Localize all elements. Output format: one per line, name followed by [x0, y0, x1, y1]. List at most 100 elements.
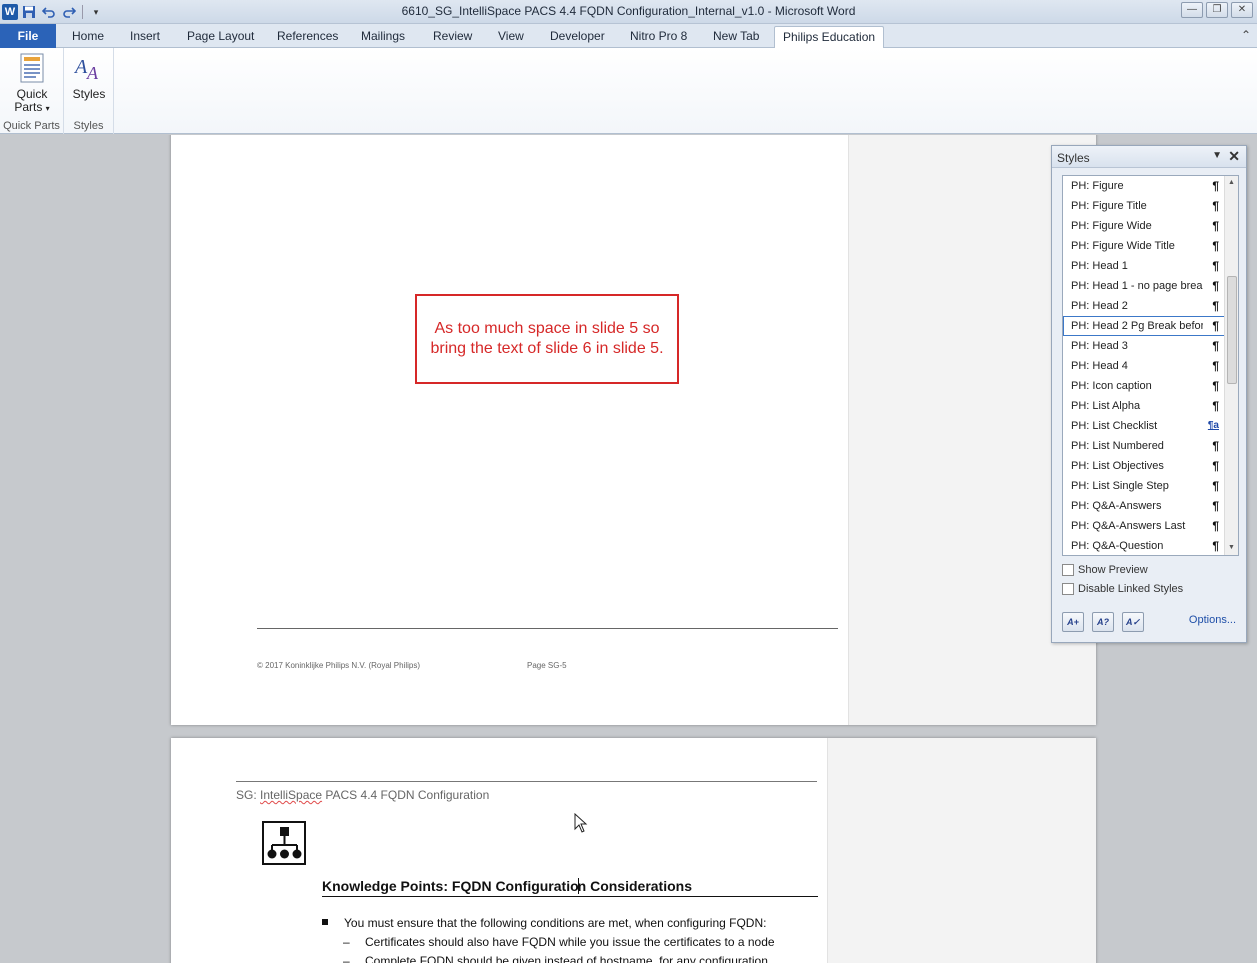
header-misspelled-word: IntelliSpace	[260, 788, 323, 802]
bullet-square-icon	[322, 919, 328, 925]
ribbon-tabs: File Home Insert Page Layout References …	[0, 24, 1257, 50]
style-list-item[interactable]: PH: Q&A-Answers Last ¶	[1063, 516, 1225, 536]
disable-linked-styles-checkbox[interactable]: Disable Linked Styles	[1062, 583, 1183, 595]
ribbon-body: Quick Parts ▾ Quick Parts AA Styles Styl…	[0, 48, 1257, 134]
style-name: PH: Head 4	[1071, 360, 1128, 372]
scrollbar-thumb[interactable]	[1227, 276, 1237, 384]
paragraph-style-icon: ¶	[1212, 519, 1219, 533]
header-prefix: SG:	[236, 788, 261, 802]
paragraph-style-icon: ¶	[1212, 359, 1219, 373]
tab-review[interactable]: Review	[425, 26, 480, 48]
style-name: PH: Q&A-Answers Last	[1071, 520, 1186, 532]
scroll-down-icon[interactable]: ▼	[1225, 541, 1238, 555]
page-5[interactable]: As too much space in slide 5 so bring th…	[171, 135, 1096, 725]
style-list-item[interactable]: PH: Figure Title ¶	[1063, 196, 1225, 216]
style-list-item[interactable]: PH: List Single Step ¶	[1063, 476, 1225, 496]
style-name: PH: Head 2	[1071, 300, 1128, 312]
style-name: PH: List Objectives	[1071, 460, 1164, 472]
styles-list[interactable]: PH: Figure ¶ PH: Figure Title ¶ PH: Figure W…	[1062, 175, 1239, 556]
new-style-button[interactable]: A+	[1062, 612, 1084, 632]
style-list-item[interactable]: PH: Figure Wide ¶	[1063, 216, 1225, 236]
sub-bullet-item[interactable]: – Certificates should also have FQDN whil…	[343, 935, 775, 949]
show-preview-label: Show Preview	[1078, 564, 1148, 576]
bullet-item[interactable]: You must ensure that the following condi…	[322, 916, 766, 930]
style-inspector-button[interactable]: A?	[1092, 612, 1114, 632]
style-list-item[interactable]: PH: List Numbered ¶	[1063, 436, 1225, 456]
page-6[interactable]: SG: IntelliSpace PACS 4.4 FQDN Configura…	[171, 738, 1096, 963]
checkbox-box[interactable]	[1062, 564, 1074, 576]
close-pane-icon[interactable]: ✕	[1228, 148, 1240, 165]
tab-philips-education[interactable]: Philips Education	[774, 26, 885, 50]
page-margin-area	[827, 738, 1096, 963]
style-name: PH: Figure Wide Title	[1071, 240, 1175, 252]
tab-view[interactable]: View	[490, 26, 532, 48]
quick-parts-group-label: Quick Parts	[3, 120, 60, 132]
tab-file[interactable]: File	[0, 24, 56, 48]
styles-list-scrollbar[interactable]: ▲ ▼	[1224, 176, 1238, 555]
tab-new-tab[interactable]: New Tab	[705, 26, 767, 48]
style-list-item[interactable]: PH: List Objectives ¶	[1063, 456, 1225, 476]
show-preview-checkbox[interactable]: Show Preview	[1062, 564, 1148, 576]
sub-bullet-item[interactable]: – Complete FQDN should be given instead o…	[343, 954, 768, 963]
style-list-item[interactable]: PH: Q&A-Question ¶	[1063, 536, 1225, 555]
paragraph-style-icon: ¶	[1212, 239, 1219, 253]
title-bar: W ▾ 6610_SG_IntelliSpace PACS 4.4 FQDN C…	[0, 0, 1257, 24]
scroll-up-icon[interactable]: ▲	[1225, 176, 1238, 190]
style-list-item[interactable]: PH: Head 2 ¶	[1063, 296, 1225, 316]
pane-options-chevron-icon[interactable]: ▼	[1212, 150, 1222, 161]
style-list-item[interactable]: PH: Head 2 Pg Break before ¶	[1063, 316, 1225, 336]
style-name: PH: Head 2 Pg Break before	[1071, 320, 1203, 332]
tab-developer[interactable]: Developer	[542, 26, 613, 48]
disable-linked-styles-label: Disable Linked Styles	[1078, 583, 1184, 595]
manage-styles-button[interactable]: A✓	[1122, 612, 1144, 632]
styles-button[interactable]: AA Styles	[70, 52, 108, 101]
group-styles: AA Styles Styles	[64, 48, 114, 134]
style-list-item[interactable]: PH: Head 4 ¶	[1063, 356, 1225, 376]
footer-divider	[257, 628, 838, 629]
paragraph-style-icon: ¶	[1212, 399, 1219, 413]
style-list-item[interactable]: PH: Head 1 - no page break ¶	[1063, 276, 1225, 296]
sub-bullet-text: Complete FQDN should be given instead of…	[365, 954, 768, 963]
style-list-item[interactable]: PH: Head 3 ¶	[1063, 336, 1225, 356]
style-list-item[interactable]: PH: Figure ¶	[1063, 176, 1225, 196]
mouse-pointer-icon	[574, 812, 588, 836]
style-list-item[interactable]: PH: Q&A-Answers ¶	[1063, 496, 1225, 516]
heading-text-part2: n Considerations	[577, 878, 693, 894]
section-heading[interactable]: Knowledge Points: FQDN Configuration Con…	[322, 878, 818, 897]
checkbox-box[interactable]	[1062, 583, 1074, 595]
paragraph-style-icon: ¶	[1212, 479, 1219, 493]
styles-button-label: Styles	[72, 87, 106, 101]
style-list-item[interactable]: PH: List Checklist ¶a	[1063, 416, 1225, 436]
tab-page-layout[interactable]: Page Layout	[179, 26, 262, 48]
paragraph-style-icon: ¶	[1212, 179, 1219, 193]
footer-copyright: © 2017 Koninklijke Philips N.V. (Royal P…	[257, 661, 421, 670]
style-list-item[interactable]: PH: Icon caption ¶	[1063, 376, 1225, 396]
comment-textbox[interactable]: As too much space in slide 5 so bring th…	[415, 294, 679, 384]
close-window-button[interactable]: ✕	[1231, 2, 1253, 18]
tab-insert[interactable]: Insert	[122, 26, 168, 48]
ribbon-minimize-icon[interactable]: ⌃	[1241, 28, 1251, 42]
minimize-button[interactable]: —	[1181, 2, 1203, 18]
dash-icon: –	[343, 954, 350, 963]
window-controls: — ❐ ✕	[1181, 2, 1253, 18]
style-name: PH: List Single Step	[1071, 480, 1169, 492]
tab-references[interactable]: References	[269, 26, 346, 48]
style-list-item[interactable]: PH: Figure Wide Title ¶	[1063, 236, 1225, 256]
style-name: PH: Figure	[1071, 180, 1124, 192]
options-link[interactable]: Options...	[1189, 614, 1236, 626]
style-name: PH: Head 1 - no page break	[1071, 280, 1203, 292]
paragraph-style-icon: ¶	[1212, 379, 1219, 393]
styles-pane-title: Styles	[1057, 151, 1090, 165]
quick-parts-button[interactable]: Quick Parts ▾	[8, 52, 56, 115]
tab-mailings[interactable]: Mailings	[353, 26, 413, 48]
restore-button[interactable]: ❐	[1206, 2, 1228, 18]
paragraph-style-icon: ¶	[1212, 219, 1219, 233]
styles-pane[interactable]: Styles ▼ ✕ PH: Figure ¶ PH: Figure Title ¶ P…	[1051, 145, 1247, 643]
tab-nitro-pro[interactable]: Nitro Pro 8	[622, 26, 695, 48]
linked-style-icon: ¶a	[1207, 420, 1219, 431]
quick-parts-label-line2: Parts ▾	[14, 100, 50, 114]
tab-home[interactable]: Home	[64, 26, 112, 48]
style-list-item[interactable]: PH: Head 1 ¶	[1063, 256, 1225, 276]
paragraph-style-icon: ¶	[1212, 259, 1219, 273]
style-list-item[interactable]: PH: List Alpha ¶	[1063, 396, 1225, 416]
